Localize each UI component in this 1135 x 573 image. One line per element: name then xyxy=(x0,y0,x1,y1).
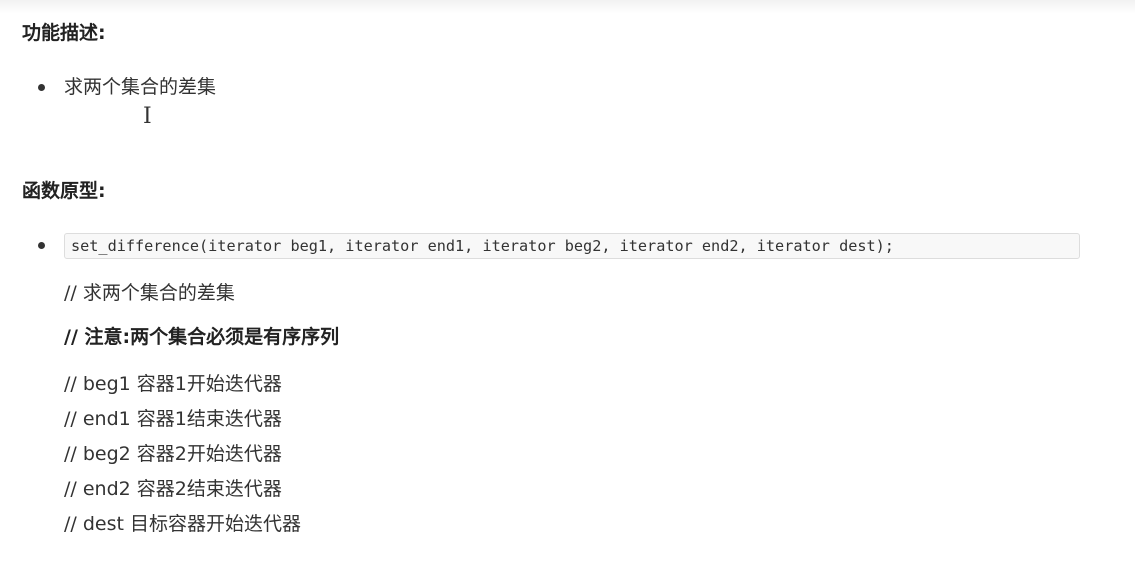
bullet-icon xyxy=(38,242,45,249)
function-description-heading: 功能描述: xyxy=(22,22,106,44)
top-toolbar-shadow xyxy=(0,0,1135,14)
text-cursor-icon: I xyxy=(143,104,152,129)
comment-line: // 求两个集合的差集 xyxy=(64,282,235,304)
comment-note-bold: // 注意:两个集合必须是有序序列 xyxy=(64,326,340,348)
comment-line: // beg1 容器1开始迭代器 xyxy=(64,373,282,395)
comment-line: // beg2 容器2开始迭代器 xyxy=(64,443,282,465)
comment-line: // end1 容器1结束迭代器 xyxy=(64,408,282,430)
description-item: 求两个集合的差集 xyxy=(64,76,217,98)
bullet-icon xyxy=(38,84,45,91)
function-signature-code: set_difference(iterator beg1, iterator e… xyxy=(64,233,1080,259)
function-prototype-heading: 函数原型: xyxy=(22,180,106,202)
comment-line: // dest 目标容器开始迭代器 xyxy=(64,513,301,535)
comment-line: // end2 容器2结束迭代器 xyxy=(64,478,282,500)
